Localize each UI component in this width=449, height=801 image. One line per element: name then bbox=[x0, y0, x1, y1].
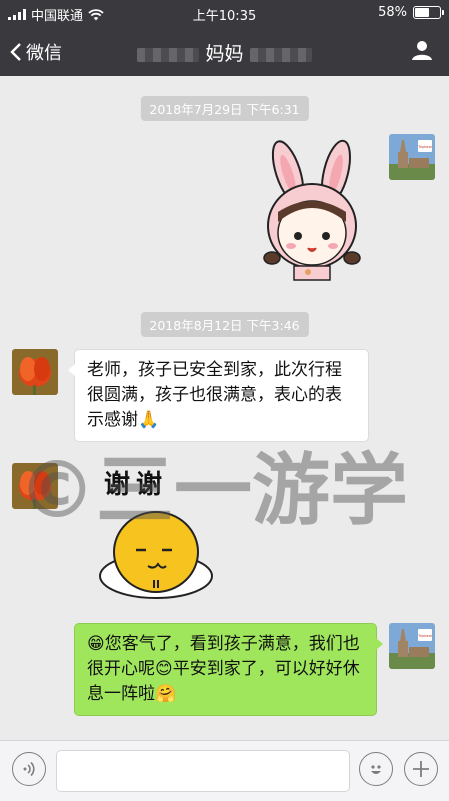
church-photo: Tripbest bbox=[389, 623, 435, 669]
tulip-photo bbox=[12, 349, 58, 395]
message-input[interactable] bbox=[56, 750, 350, 792]
contact-name: 妈妈 bbox=[205, 43, 244, 65]
timestamp: 2018年7月29日 下午6:31 bbox=[140, 96, 309, 121]
self-avatar[interactable]: Tripbest bbox=[389, 134, 435, 180]
voice-input-button[interactable] bbox=[12, 752, 46, 786]
input-bar bbox=[0, 740, 449, 801]
watermark: ©三一游学 bbox=[18, 446, 409, 536]
status-right: 58% bbox=[378, 5, 444, 20]
chat-title: 妈妈 bbox=[0, 39, 449, 66]
chat-area[interactable]: 2018年7月29日 下午6:31 Tripbest 2018年8月12日 下午… bbox=[0, 76, 449, 740]
emoji-icon bbox=[371, 765, 381, 774]
battery-icon bbox=[413, 6, 444, 19]
battery-percent: 58% bbox=[378, 5, 407, 20]
contact-profile-icon[interactable] bbox=[411, 39, 433, 61]
timestamp: 2018年8月12日 下午3:46 bbox=[140, 312, 309, 337]
self-avatar[interactable]: Tripbest bbox=[389, 623, 435, 669]
blurred-name-right bbox=[249, 47, 312, 62]
status-bar: 中国联通 上午10:35 58% bbox=[0, 0, 449, 26]
nav-bar: 微信 妈妈 bbox=[0, 26, 449, 76]
message-bubble-sent[interactable]: 😁您客气了，看到孩子满意，我们也很开心呢😊平安到家了，可以好好休息一阵啦🤗 bbox=[74, 623, 383, 716]
contact-avatar[interactable] bbox=[12, 349, 58, 395]
blurred-name-left bbox=[137, 47, 200, 62]
plus-icon bbox=[413, 761, 429, 777]
more-button[interactable] bbox=[404, 752, 438, 786]
avatar-badge: Tripbest bbox=[417, 634, 432, 638]
emoji-button[interactable] bbox=[359, 752, 393, 786]
battery-fill bbox=[415, 8, 429, 17]
church-photo: Tripbest bbox=[389, 134, 435, 180]
voice-icon bbox=[23, 761, 35, 777]
sticker-girl-bunny bbox=[263, 139, 361, 281]
avatar-badge: Tripbest bbox=[417, 145, 432, 149]
